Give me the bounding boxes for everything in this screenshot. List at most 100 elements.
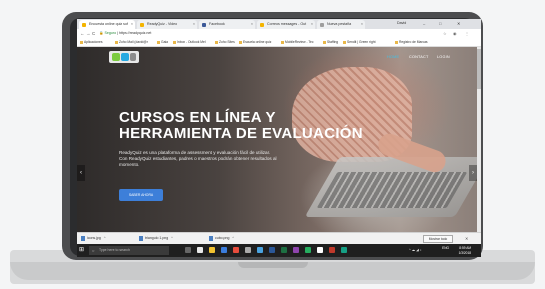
- folder-icon: [215, 40, 218, 44]
- bookmark-item[interactable]: Escuela online quiz: [239, 38, 271, 46]
- menu-icon[interactable]: ⋮: [465, 30, 469, 37]
- tab-favicon-icon: [260, 23, 264, 27]
- show-all-button[interactable]: Mostrar todo: [423, 235, 453, 243]
- chevron-up-icon[interactable]: ^: [171, 236, 173, 240]
- readyquiz-logo[interactable]: [109, 51, 139, 63]
- taskbar-search-input[interactable]: ○ Type here to search: [89, 246, 169, 255]
- browser-tab-bar: Encuesta online quiz sof × ReadyQuiz - V…: [77, 19, 481, 29]
- store-icon[interactable]: [221, 247, 227, 253]
- file-icon: [81, 235, 85, 241]
- tab-favicon-icon: [320, 23, 324, 27]
- chevron-up-icon[interactable]: ^: [232, 236, 234, 240]
- bookmark-item[interactable]: Sendit | Green right: [343, 38, 376, 46]
- laptop-screen: Encuesta online quiz sof × ReadyQuiz - V…: [77, 19, 481, 257]
- bookmark-label: MobileReview - Tec: [285, 40, 314, 44]
- carousel-prev-icon[interactable]: ‹: [77, 165, 85, 181]
- bookmark-label: Sendit | Green right: [347, 40, 376, 44]
- language-label: ENG: [442, 246, 449, 250]
- page-scrollbar[interactable]: [477, 47, 481, 232]
- nav-login[interactable]: LOGIN: [437, 55, 450, 59]
- bookmark-item[interactable]: Zoho Sites: [215, 38, 235, 46]
- reload-button[interactable]: C: [92, 30, 95, 37]
- browser-tab[interactable]: Correos messages - Out ×: [257, 20, 315, 29]
- file-explorer-icon[interactable]: [209, 247, 215, 253]
- nav-contact[interactable]: CONTACT: [409, 55, 428, 59]
- tab-favicon-icon: [202, 23, 206, 27]
- bookmark-item[interactable]: Gaia: [157, 38, 168, 46]
- forward-button[interactable]: →: [86, 30, 91, 37]
- chrome-icon[interactable]: [233, 247, 239, 253]
- taskbar-app-icon[interactable]: [197, 247, 203, 253]
- system-tray-icons[interactable]: ^ ☁ ◢ ♪: [409, 248, 422, 252]
- file-icon: [209, 235, 213, 241]
- taskbar-app-icon[interactable]: [257, 247, 263, 253]
- taskbar-app-icon[interactable]: [341, 247, 347, 253]
- windows-start-icon[interactable]: ⊞: [79, 246, 87, 255]
- tab-close-icon[interactable]: ×: [251, 20, 253, 29]
- tab-favicon-icon: [140, 23, 144, 27]
- browser-tab[interactable]: Facebook ×: [199, 20, 255, 29]
- hero-title: CURSOS EN LÍNEA Y HERRAMIENTA DE EVALUAC…: [119, 109, 363, 142]
- close-window-button[interactable]: ✕: [457, 19, 460, 28]
- download-item[interactable]: icons.jpg ^: [81, 234, 105, 243]
- scrollbar-thumb[interactable]: [477, 49, 481, 89]
- bookmark-label: Zoho Mail (david@r: [119, 40, 148, 44]
- carousel-next-icon[interactable]: ›: [469, 165, 477, 181]
- laptop-base-notch: [238, 262, 308, 268]
- url-input[interactable]: 🔒 Seguro | https://readyquiz.net: [99, 30, 439, 37]
- apps-icon: [80, 40, 83, 44]
- clock[interactable]: 8:59 AM 1/3/2018: [449, 246, 471, 255]
- browser-user-name[interactable]: David: [397, 19, 406, 28]
- excel-icon[interactable]: [281, 247, 287, 253]
- bookmark-label: Staffing: [327, 40, 339, 44]
- task-view-icon[interactable]: [185, 247, 191, 253]
- folder-icon: [173, 40, 176, 44]
- lock-icon: 🔒: [99, 31, 104, 35]
- tab-close-icon[interactable]: ×: [361, 20, 363, 29]
- language-indicator[interactable]: ENG: [429, 246, 449, 251]
- taskbar-app-icon[interactable]: [329, 247, 335, 253]
- bookmarks-bar: Aplicaciones Zoho Mail (david@r Gaia Inb…: [77, 38, 481, 47]
- extension-icon[interactable]: ◉: [453, 30, 457, 37]
- browser-tab[interactable]: ReadyQuiz - Video ×: [137, 20, 197, 29]
- download-item[interactable]: triangulo 1.png ^: [139, 234, 173, 243]
- clock-date: 1/3/2018: [458, 250, 471, 255]
- folder-icon: [281, 40, 284, 44]
- bookmark-item[interactable]: Aplicaciones: [80, 38, 103, 46]
- maximize-button[interactable]: □: [439, 19, 441, 28]
- secure-label: Seguro: [104, 31, 117, 35]
- word-icon[interactable]: [269, 247, 275, 253]
- hero-description: ReadyQuiz es una plataforma de assessmen…: [119, 150, 277, 167]
- taskbar-app-icon[interactable]: [245, 247, 251, 253]
- bookmark-item[interactable]: Staffing: [323, 38, 338, 46]
- browser-tab[interactable]: Encuesta online quiz sof ×: [79, 20, 135, 29]
- taskbar-app-icon[interactable]: [293, 247, 299, 253]
- close-downloads-icon[interactable]: ✕: [465, 234, 468, 243]
- tab-close-icon[interactable]: ×: [311, 20, 313, 29]
- bookmark-label: Zoho Sites: [219, 40, 235, 44]
- taskbar-app-icon[interactable]: [317, 247, 323, 253]
- folder-icon: [343, 40, 346, 44]
- bookmark-item[interactable]: Zoho Mail (david@r: [115, 38, 148, 46]
- saber-ahora-button[interactable]: SABER AHORA: [119, 189, 163, 201]
- bookmark-item[interactable]: Registro de Marcas: [395, 38, 428, 46]
- star-icon[interactable]: ☆: [443, 30, 447, 37]
- tab-close-icon[interactable]: ×: [131, 20, 133, 29]
- bookmark-label: Registro de Marcas: [399, 40, 428, 44]
- logo-block: [130, 53, 136, 61]
- bookmark-item[interactable]: MobileReview - Tec: [281, 38, 314, 46]
- spotify-icon[interactable]: [305, 247, 311, 253]
- chevron-up-icon[interactable]: ^: [104, 236, 106, 240]
- file-icon: [139, 235, 143, 241]
- search-icon: ○: [92, 248, 95, 253]
- tab-label: ReadyQuiz - Video: [147, 22, 178, 26]
- bookmark-item[interactable]: Inbox - Outlook Mel: [173, 38, 206, 46]
- download-item[interactable]: cubo.png ^: [209, 234, 234, 243]
- website-hero: HOME CONTACT LOGIN CURSOS EN LÍNEA Y HER…: [77, 47, 481, 232]
- minimize-button[interactable]: –: [423, 19, 425, 28]
- back-button[interactable]: ←: [80, 30, 85, 37]
- browser-tab[interactable]: Nueva pestaña ×: [317, 20, 365, 29]
- tab-close-icon[interactable]: ×: [193, 20, 195, 29]
- download-name: icons.jpg: [87, 236, 101, 240]
- nav-home[interactable]: HOME: [387, 55, 399, 59]
